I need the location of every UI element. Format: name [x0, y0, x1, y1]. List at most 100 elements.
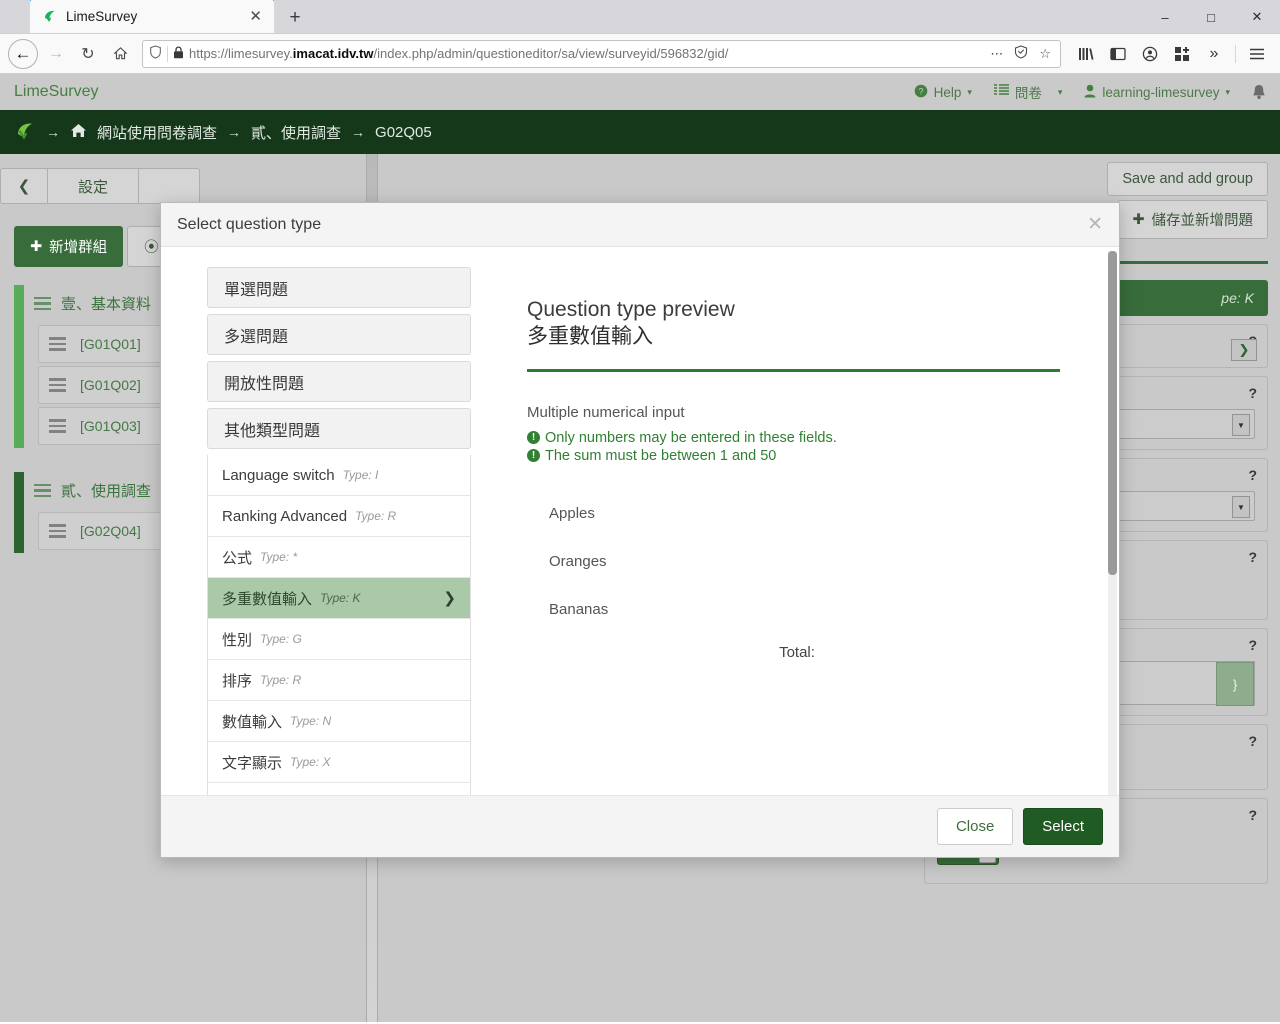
- url-bar[interactable]: https://limesurvey.imacat.idv.tw/index.p…: [142, 39, 1061, 68]
- preview-row: Apples: [527, 490, 1079, 538]
- reload-icon[interactable]: ↻: [72, 38, 104, 70]
- chevron-down-icon: ▾: [1057, 86, 1063, 97]
- modal-vertical-scrollbar[interactable]: [1108, 251, 1117, 795]
- type-code: Type: *: [260, 550, 298, 564]
- preview-tip-text: Only numbers may be entered in these fie…: [545, 429, 837, 446]
- question-type-preview: Question type preview 多重數值輸入 Multiple nu…: [471, 247, 1119, 795]
- tab-strip: LimeSurvey ✕ + – □ ✕: [0, 0, 1280, 34]
- category-multiple-choice[interactable]: 多選問題: [207, 314, 471, 355]
- question-type-item-selected[interactable]: 多重數值輸入 Type: K ❯: [208, 578, 470, 619]
- category-single-choice[interactable]: 單選問題: [207, 267, 471, 308]
- preview-tip: ! Only numbers may be entered in these f…: [527, 430, 1079, 446]
- question-type-list-column: 單選問題 多選問題 開放性問題 其他類型問題 Language switch T…: [161, 247, 471, 795]
- chevron-down-icon: ▾: [1225, 86, 1230, 97]
- star-icon[interactable]: ☆: [1036, 46, 1054, 62]
- padlock-icon[interactable]: [173, 45, 184, 62]
- type-name: Language switch: [222, 466, 335, 484]
- user-icon: [1084, 84, 1096, 101]
- close-icon[interactable]: ✕: [245, 9, 266, 24]
- question-type-item[interactable]: 日期時間 Type: D: [208, 783, 470, 795]
- type-name: 數值輸入: [222, 713, 283, 731]
- modal-footer: Close Select: [161, 795, 1119, 857]
- modal-title: Select question type: [177, 215, 322, 233]
- preview-tip: ! The sum must be between 1 and 50: [527, 448, 1079, 464]
- back-arrow-icon[interactable]: ←: [8, 38, 38, 69]
- preview-tip-text: The sum must be between 1 and 50: [545, 447, 777, 464]
- ellipsis-icon[interactable]: ⋯: [987, 46, 1006, 62]
- sidebar-icon[interactable]: [1103, 39, 1133, 69]
- type-name: 文字顯示: [222, 754, 283, 772]
- urlbar-divider: [167, 45, 168, 62]
- browser-tab[interactable]: LimeSurvey ✕: [30, 0, 274, 33]
- limesurvey-favicon-icon: [42, 9, 58, 25]
- category-open-ended[interactable]: 開放性問題: [207, 361, 471, 402]
- topnav-user[interactable]: learning-limesurvey ▾: [1084, 84, 1230, 101]
- select-question-type-modal: Select question type ✕ 單選問題 多選問題 開放性問題 其…: [160, 202, 1120, 858]
- modal-header: Select question type ✕: [161, 203, 1119, 247]
- type-code: Type: N: [290, 714, 332, 728]
- preview-divider: [527, 368, 1060, 372]
- select-button[interactable]: Select: [1023, 808, 1103, 845]
- question-type-item[interactable]: Language switch Type: I: [208, 455, 470, 496]
- app-body: ❮ 設定 ✚ 新增群組 ⦿ 增: [0, 154, 1280, 1022]
- topnav-surveys[interactable]: 問卷 ▾: [993, 82, 1063, 102]
- preview-heading: Question type preview: [527, 298, 735, 321]
- category-other[interactable]: 其他類型問題: [207, 408, 471, 449]
- forward-arrow-icon[interactable]: →: [40, 38, 72, 70]
- overflow-icon[interactable]: »: [1199, 39, 1229, 69]
- question-type-list: Language switch Type: I Ranking Advanced…: [207, 455, 471, 795]
- preview-row-label: Bananas: [549, 601, 609, 619]
- maximize-button[interactable]: □: [1188, 0, 1234, 34]
- modal-scroll-area: 單選問題 多選問題 開放性問題 其他類型問題 Language switch T…: [161, 247, 1119, 795]
- question-type-item[interactable]: 性別 Type: G: [208, 619, 470, 660]
- minimize-button[interactable]: –: [1142, 0, 1188, 34]
- breadcrumb-arrow-icon: →: [351, 124, 366, 140]
- app-topbar: LimeSurvey ? Help ▾ 問卷 ▾ learning-limesu…: [0, 74, 1280, 110]
- svg-text:?: ?: [918, 86, 923, 96]
- breadcrumb-item-group[interactable]: 貳、使用調查: [251, 122, 341, 143]
- type-code: Type: I: [342, 468, 379, 482]
- extensions-icon[interactable]: [1167, 39, 1197, 69]
- tab-title: LimeSurvey: [66, 9, 138, 24]
- breadcrumb-arrow-icon: →: [227, 124, 242, 140]
- help-circle-icon: ?: [914, 84, 928, 101]
- preview-question-text: Multiple numerical input: [527, 403, 685, 421]
- close-icon[interactable]: ✕: [1087, 213, 1103, 236]
- app-brand[interactable]: LimeSurvey: [14, 83, 98, 101]
- url-text[interactable]: https://limesurvey.imacat.idv.tw/index.p…: [189, 46, 982, 61]
- toolbar-divider: [1235, 44, 1236, 63]
- scrollbar-thumb[interactable]: [1108, 251, 1117, 575]
- library-icon[interactable]: [1071, 39, 1101, 69]
- preview-row-label: Apples: [549, 505, 595, 523]
- window-controls: – □ ✕: [1142, 0, 1280, 34]
- question-type-item[interactable]: 公式 Type: *: [208, 537, 470, 578]
- breadcrumb-item-question[interactable]: G02Q05: [375, 124, 432, 141]
- navigation-toolbar: ← → ↻ https://limesurvey.imacat.idv.tw/i…: [0, 34, 1280, 74]
- question-type-item[interactable]: 數值輸入 Type: N: [208, 701, 470, 742]
- preview-total-label: Total:: [779, 643, 815, 661]
- window-close-button[interactable]: ✕: [1234, 0, 1280, 34]
- tracking-protection-icon[interactable]: [149, 45, 162, 62]
- question-type-item[interactable]: 排序 Type: R: [208, 660, 470, 701]
- account-icon[interactable]: [1135, 39, 1165, 69]
- preview-row: Oranges: [527, 538, 1079, 586]
- close-button[interactable]: Close: [936, 808, 1014, 845]
- preview-row-label: Oranges: [549, 553, 607, 571]
- type-name: Ranking Advanced: [222, 507, 348, 525]
- preview-rows: Apples Oranges Bananas Total:: [527, 490, 1079, 661]
- bell-icon[interactable]: [1252, 84, 1266, 100]
- limesurvey-logo-icon: [14, 121, 36, 143]
- type-code: Type: G: [260, 632, 302, 646]
- breadcrumb: → 網站使用問卷調查 → 貳、使用調查 → G02Q05: [0, 110, 1280, 154]
- question-type-item[interactable]: 文字顯示 Type: X: [208, 742, 470, 783]
- type-code: Type: R: [355, 509, 397, 523]
- topnav-help[interactable]: ? Help ▾: [914, 84, 972, 101]
- pocket-icon[interactable]: [1011, 45, 1031, 62]
- new-tab-button[interactable]: +: [280, 3, 310, 33]
- breadcrumb-item-survey[interactable]: 網站使用問卷調查: [97, 122, 217, 143]
- home-icon[interactable]: [70, 123, 87, 142]
- home-icon[interactable]: [104, 38, 136, 70]
- question-type-item[interactable]: Ranking Advanced Type: R: [208, 496, 470, 537]
- info-circle-icon: !: [527, 449, 540, 463]
- hamburger-menu-icon[interactable]: [1242, 39, 1272, 69]
